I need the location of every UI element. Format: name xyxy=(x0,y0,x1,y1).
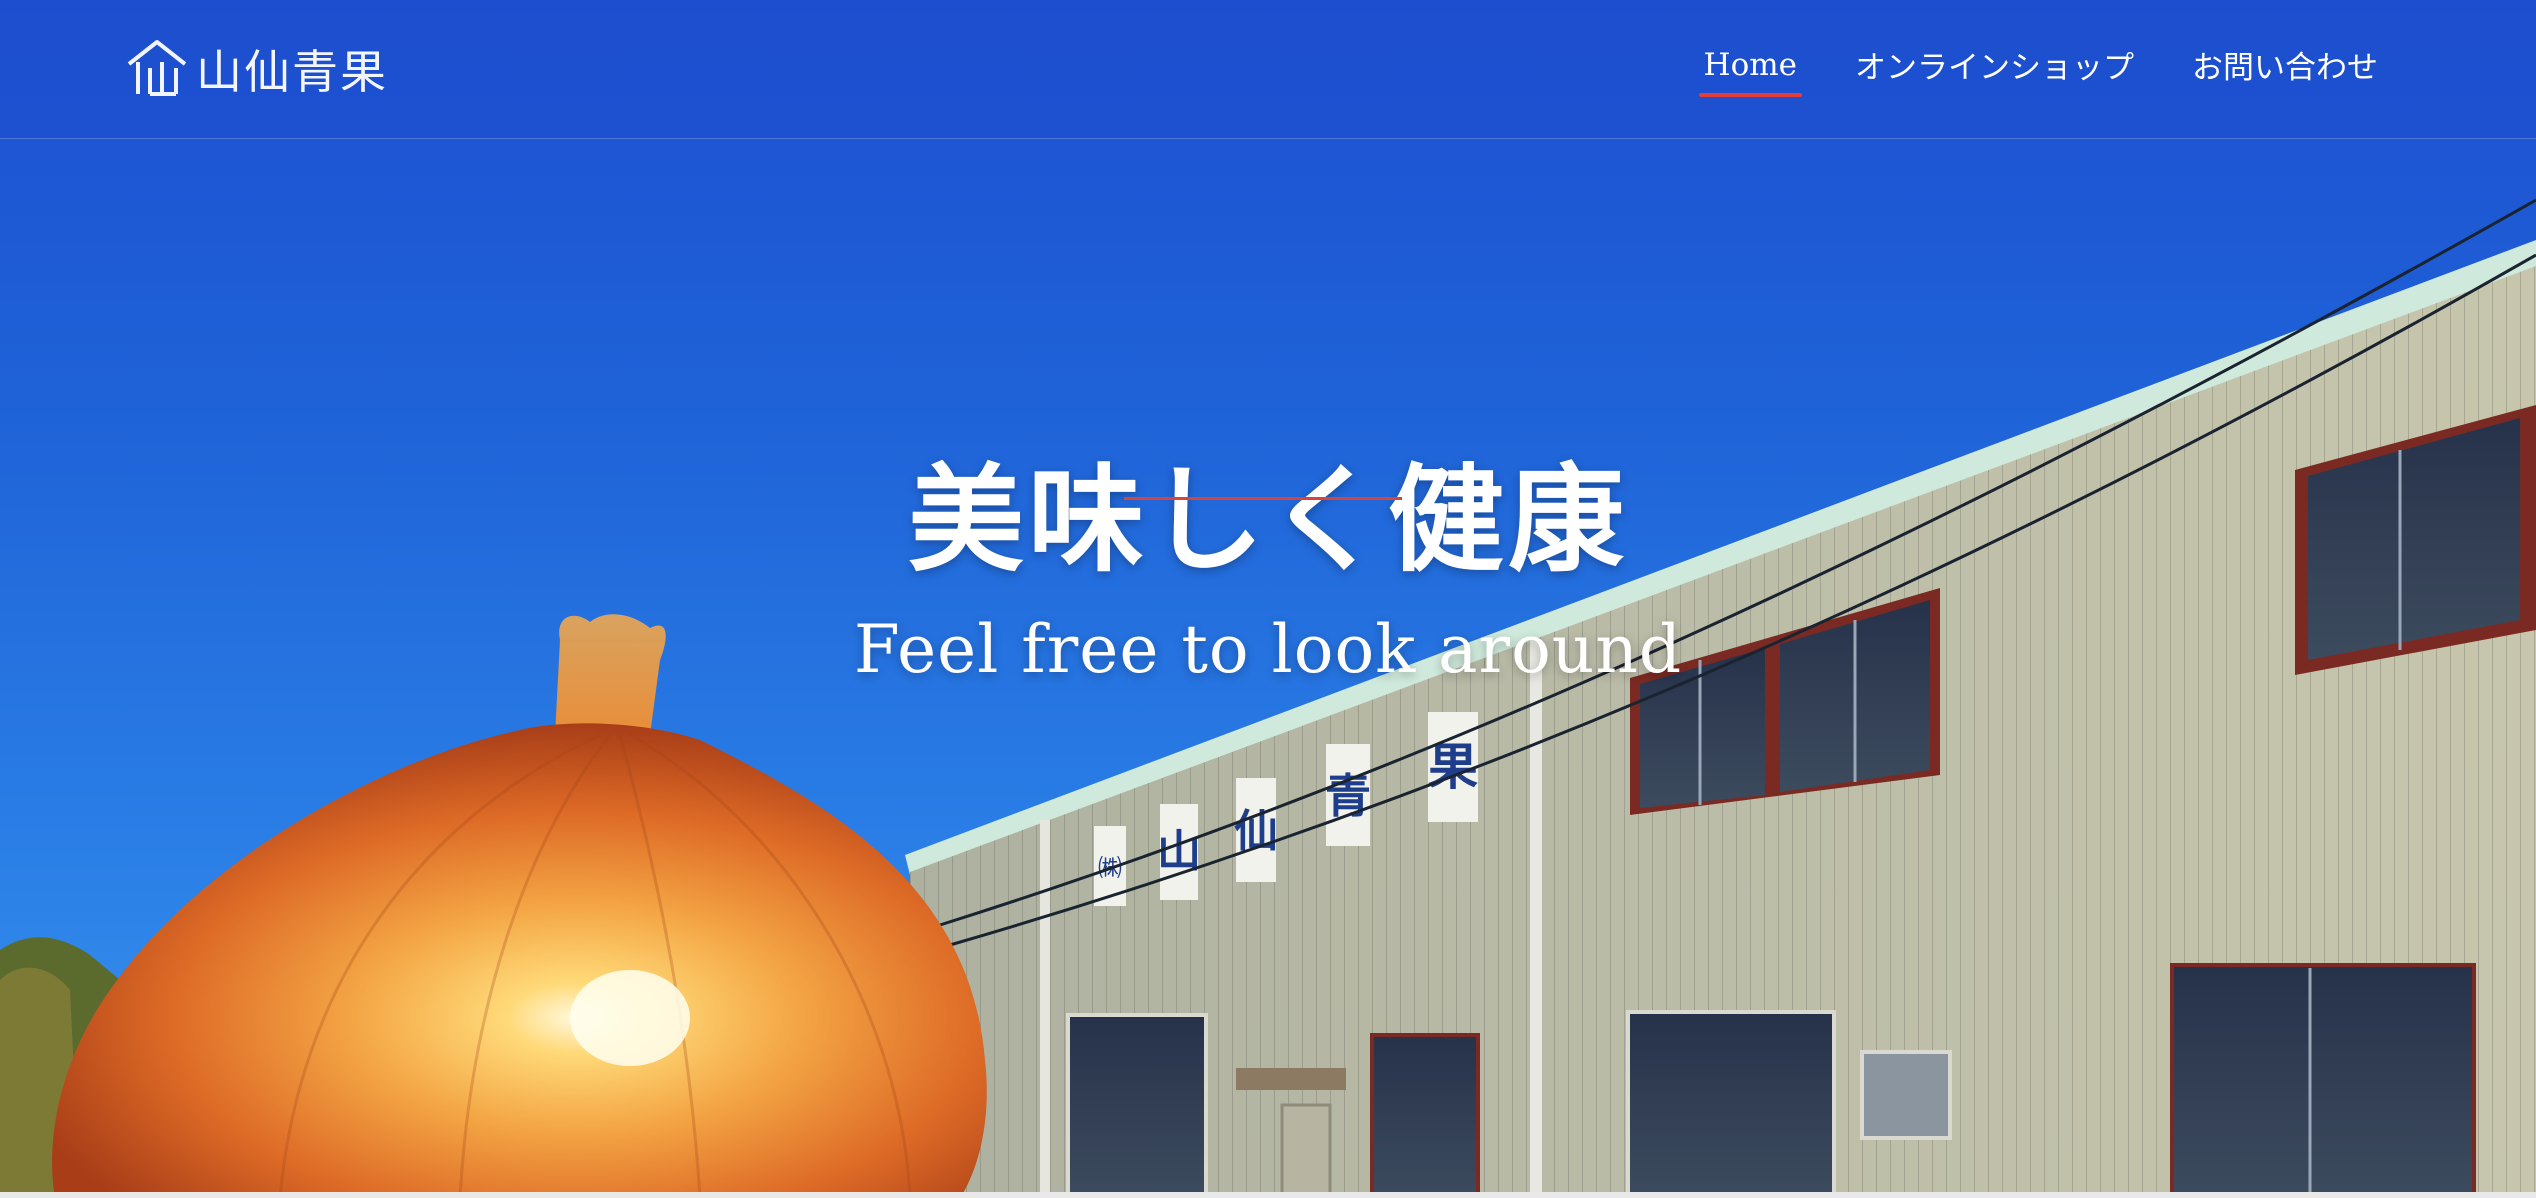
onion xyxy=(52,614,987,1198)
hero-scene-graphic: ㈱ 山 仙 青 果 xyxy=(0,198,2536,1198)
warehouse: ㈱ 山 仙 青 果 xyxy=(905,198,2536,1198)
brand-logo-link[interactable]: 山仙青果 xyxy=(124,36,388,102)
page: ㈱ 山 仙 青 果 山仙青果 Home オンラインショップ お問い合わせ 美味し… xyxy=(0,0,2536,1198)
mountain-house-icon xyxy=(127,40,187,96)
navbar: 山仙青果 Home オンラインショップ お問い合わせ xyxy=(0,0,2536,139)
brand-name: 山仙青果 xyxy=(196,45,388,99)
nav-contact[interactable]: お問い合わせ xyxy=(2192,42,2378,97)
hero-background-image: ㈱ 山 仙 青 果 xyxy=(0,0,2536,1198)
nav-home[interactable]: Home xyxy=(1698,47,1803,97)
main-nav: Home オンラインショップ お問い合わせ xyxy=(1698,42,2378,97)
hero-title: 美味しく健康 xyxy=(908,451,1628,588)
hero-divider xyxy=(1124,497,1402,500)
hero-subtitle: Feel free to look around xyxy=(853,611,1683,688)
nav-online-shop[interactable]: オンラインショップ xyxy=(1855,42,2134,97)
